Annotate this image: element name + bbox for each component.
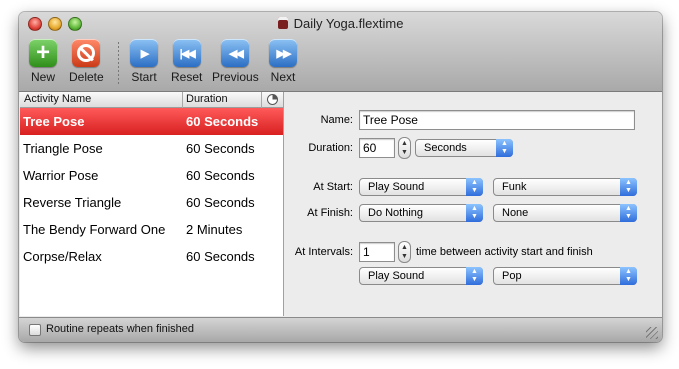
at-finish-action-value: Do Nothing xyxy=(368,207,424,219)
duration-label: Duration: xyxy=(308,142,353,154)
new-label: New xyxy=(30,70,55,84)
popup-arrows-icon: ▲ ▼ xyxy=(620,178,637,196)
table-row[interactable]: Tree Pose 60 Seconds xyxy=(20,108,283,135)
window-title: Daily Yoga.flextime xyxy=(19,16,662,31)
intervals-stepper[interactable]: ▲ ▼ xyxy=(398,241,411,263)
table-row[interactable]: Reverse Triangle 60 Seconds xyxy=(20,189,283,216)
activity-name-cell: Corpse/Relax xyxy=(23,249,102,264)
table-row[interactable]: Corpse/Relax 60 Seconds xyxy=(20,243,283,270)
popup-arrows-icon: ▲ ▼ xyxy=(466,178,483,196)
document-icon xyxy=(277,17,288,29)
skip-to-start-icon: |◀◀ xyxy=(172,39,201,67)
at-start-sound-value: Funk xyxy=(502,181,527,193)
at-finish-sound-value: None xyxy=(502,207,529,219)
duration-unit-popup[interactable]: Seconds ▲ ▼ xyxy=(415,139,513,157)
title-bar: Daily Yoga.flextime + New Delete ▶ Start… xyxy=(19,12,662,92)
plus-icon: + xyxy=(29,39,57,67)
play-icon: ▶ xyxy=(130,39,158,67)
table-row[interactable]: Triangle Pose 60 Seconds xyxy=(20,135,283,162)
rewind-icon: ◀◀ xyxy=(221,39,250,67)
activity-name-cell: Triangle Pose xyxy=(23,141,103,156)
duration-stepper[interactable]: ▲ ▼ xyxy=(398,137,411,159)
previous-label: Previous xyxy=(212,70,259,84)
at-start-label: At Start: xyxy=(313,181,353,193)
duration-unit-value: Seconds xyxy=(424,142,467,154)
popup-arrows-icon: ▲ ▼ xyxy=(620,204,637,222)
previous-button[interactable]: ◀◀ Previous xyxy=(212,39,259,84)
duration-cell: 60 Seconds xyxy=(186,114,259,129)
column-header-duration[interactable]: Duration xyxy=(186,93,228,105)
fast-forward-icon: ▶▶ xyxy=(269,39,297,67)
app-window: Daily Yoga.flextime + New Delete ▶ Start… xyxy=(19,12,662,342)
name-label: Name: xyxy=(320,114,353,126)
column-divider xyxy=(261,92,262,108)
clock-icon[interactable] xyxy=(267,94,278,105)
duration-value-field[interactable]: 60 xyxy=(359,138,395,158)
start-label: Start xyxy=(131,70,157,84)
intervals-value-field[interactable]: 1 xyxy=(359,242,395,262)
column-header-activity-name[interactable]: Activity Name xyxy=(24,93,91,105)
at-start-action-popup[interactable]: Play Sound ▲ ▼ xyxy=(359,178,483,196)
at-start-sound-popup[interactable]: Funk ▲ ▼ xyxy=(493,178,637,196)
at-finish-sound-popup[interactable]: None ▲ ▼ xyxy=(493,204,637,222)
activity-table: Activity Name Duration Tree Pose 60 Seco… xyxy=(20,92,284,316)
at-finish-action-popup[interactable]: Do Nothing ▲ ▼ xyxy=(359,204,483,222)
at-intervals-label: At Intervals: xyxy=(294,246,353,258)
start-button[interactable]: ▶ Start xyxy=(130,39,158,84)
popup-arrows-icon: ▲ ▼ xyxy=(466,267,483,285)
window-title-text: Daily Yoga.flextime xyxy=(293,16,404,31)
activity-detail-panel: Name: Tree Pose Duration: 60 ▲ ▼ Seconds ▲… xyxy=(285,92,662,316)
new-button[interactable]: + New xyxy=(29,39,57,84)
toolbar-separator xyxy=(118,42,119,86)
duration-cell: 60 Seconds xyxy=(186,168,255,183)
at-start-action-value: Play Sound xyxy=(368,181,425,193)
reset-label: Reset xyxy=(171,70,203,84)
reset-button[interactable]: |◀◀ Reset xyxy=(171,39,202,84)
popup-arrows-icon: ▲ ▼ xyxy=(496,139,513,157)
delete-label: Delete xyxy=(69,70,104,84)
duration-cell: 60 Seconds xyxy=(186,141,255,156)
delete-button[interactable]: Delete xyxy=(69,39,104,84)
column-divider xyxy=(182,92,183,108)
prohibited-icon xyxy=(72,39,101,67)
next-button[interactable]: ▶▶ Next xyxy=(269,39,297,84)
interval-action-value: Play Sound xyxy=(368,270,425,282)
resize-grip-icon[interactable] xyxy=(646,327,658,339)
table-header: Activity Name Duration xyxy=(20,92,283,108)
status-bar: Routine repeats when finished xyxy=(19,317,662,342)
name-field[interactable]: Tree Pose xyxy=(359,110,635,130)
intervals-hint: time between activity start and finish xyxy=(416,246,593,258)
activity-name-cell: Reverse Triangle xyxy=(23,195,122,210)
duration-cell: 2 Minutes xyxy=(186,222,243,237)
activity-name-cell: Warrior Pose xyxy=(23,168,99,183)
duration-cell: 60 Seconds xyxy=(186,249,255,264)
activity-name-cell: Tree Pose xyxy=(23,114,85,129)
at-finish-label: At Finish: xyxy=(307,207,353,219)
repeat-checkbox[interactable] xyxy=(29,324,41,336)
repeat-checkbox-label[interactable]: Routine repeats when finished xyxy=(46,323,194,335)
interval-sound-popup[interactable]: Pop ▲ ▼ xyxy=(493,267,637,285)
popup-arrows-icon: ▲ ▼ xyxy=(466,204,483,222)
table-row[interactable]: The Bendy Forward One 2 Minutes xyxy=(20,216,283,243)
interval-sound-value: Pop xyxy=(502,270,522,282)
duration-cell: 60 Seconds xyxy=(186,195,255,210)
popup-arrows-icon: ▲ ▼ xyxy=(620,267,637,285)
interval-action-popup[interactable]: Play Sound ▲ ▼ xyxy=(359,267,483,285)
activity-name-cell: The Bendy Forward One xyxy=(23,222,166,237)
next-label: Next xyxy=(270,70,296,84)
table-row[interactable]: Warrior Pose 60 Seconds xyxy=(20,162,283,189)
